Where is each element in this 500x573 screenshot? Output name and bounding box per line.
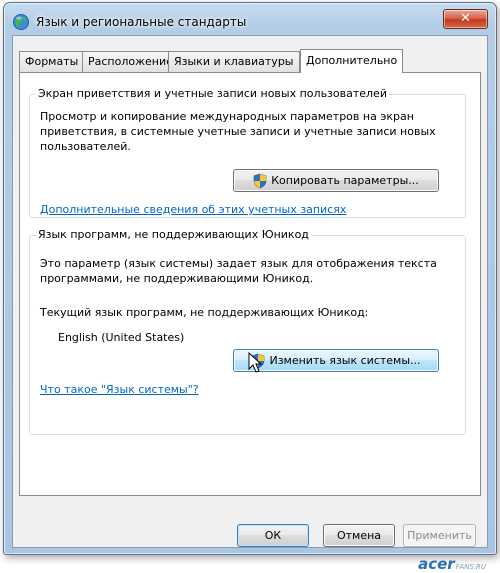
- dialog-window: Язык и региональные стандарты ✕ Форматы …: [3, 2, 497, 555]
- tab-location[interactable]: Расположение: [82, 51, 179, 72]
- group-title: Язык программ, не поддерживающих Юникод: [36, 228, 311, 241]
- mouse-cursor-icon: [248, 352, 263, 373]
- tab-administrative[interactable]: Дополнительно: [300, 49, 404, 73]
- current-language-label: Текущий язык программ, не поддерживающих…: [40, 306, 369, 319]
- system-locale-help-link[interactable]: Что такое "Язык системы"?: [40, 383, 199, 396]
- group-title: Экран приветствия и учетные записи новых…: [36, 87, 389, 100]
- tab-panel-administrative: Экран приветствия и учетные записи новых…: [19, 72, 481, 496]
- close-button[interactable]: ✕: [443, 9, 488, 29]
- tab-keyboards-languages[interactable]: Языки и клавиатуры: [168, 51, 300, 72]
- ok-button[interactable]: ОК: [237, 524, 309, 547]
- non-unicode-group: Язык программ, не поддерживающих Юникод …: [29, 228, 466, 435]
- watermark: acerFANS.RU: [418, 555, 486, 573]
- cancel-button[interactable]: Отмена: [323, 524, 395, 547]
- welcome-accounts-info-link[interactable]: Дополнительные сведения об этих учетных …: [40, 203, 346, 216]
- apply-button[interactable]: Применить: [403, 524, 476, 547]
- watermark-brand: acer: [418, 555, 455, 573]
- copy-settings-button[interactable]: Копировать параметры...: [233, 169, 439, 192]
- window-title: Язык и региональные стандарты: [36, 15, 247, 29]
- globe-icon: [13, 14, 29, 30]
- current-language-value: English (United States): [58, 331, 185, 344]
- welcome-screen-group: Экран приветствия и учетные записи новых…: [29, 87, 466, 218]
- uac-shield-icon: [253, 173, 267, 188]
- non-unicode-description: Это параметр (язык системы) задает язык …: [40, 257, 437, 285]
- tab-formats[interactable]: Форматы: [19, 51, 85, 72]
- dialog-client-area: Форматы Расположение Языки и клавиатуры …: [12, 35, 488, 548]
- close-icon: ✕: [460, 11, 471, 26]
- welcome-description: Просмотр и копирование международных пар…: [40, 110, 436, 153]
- watermark-suffix: FANS.RU: [455, 563, 486, 571]
